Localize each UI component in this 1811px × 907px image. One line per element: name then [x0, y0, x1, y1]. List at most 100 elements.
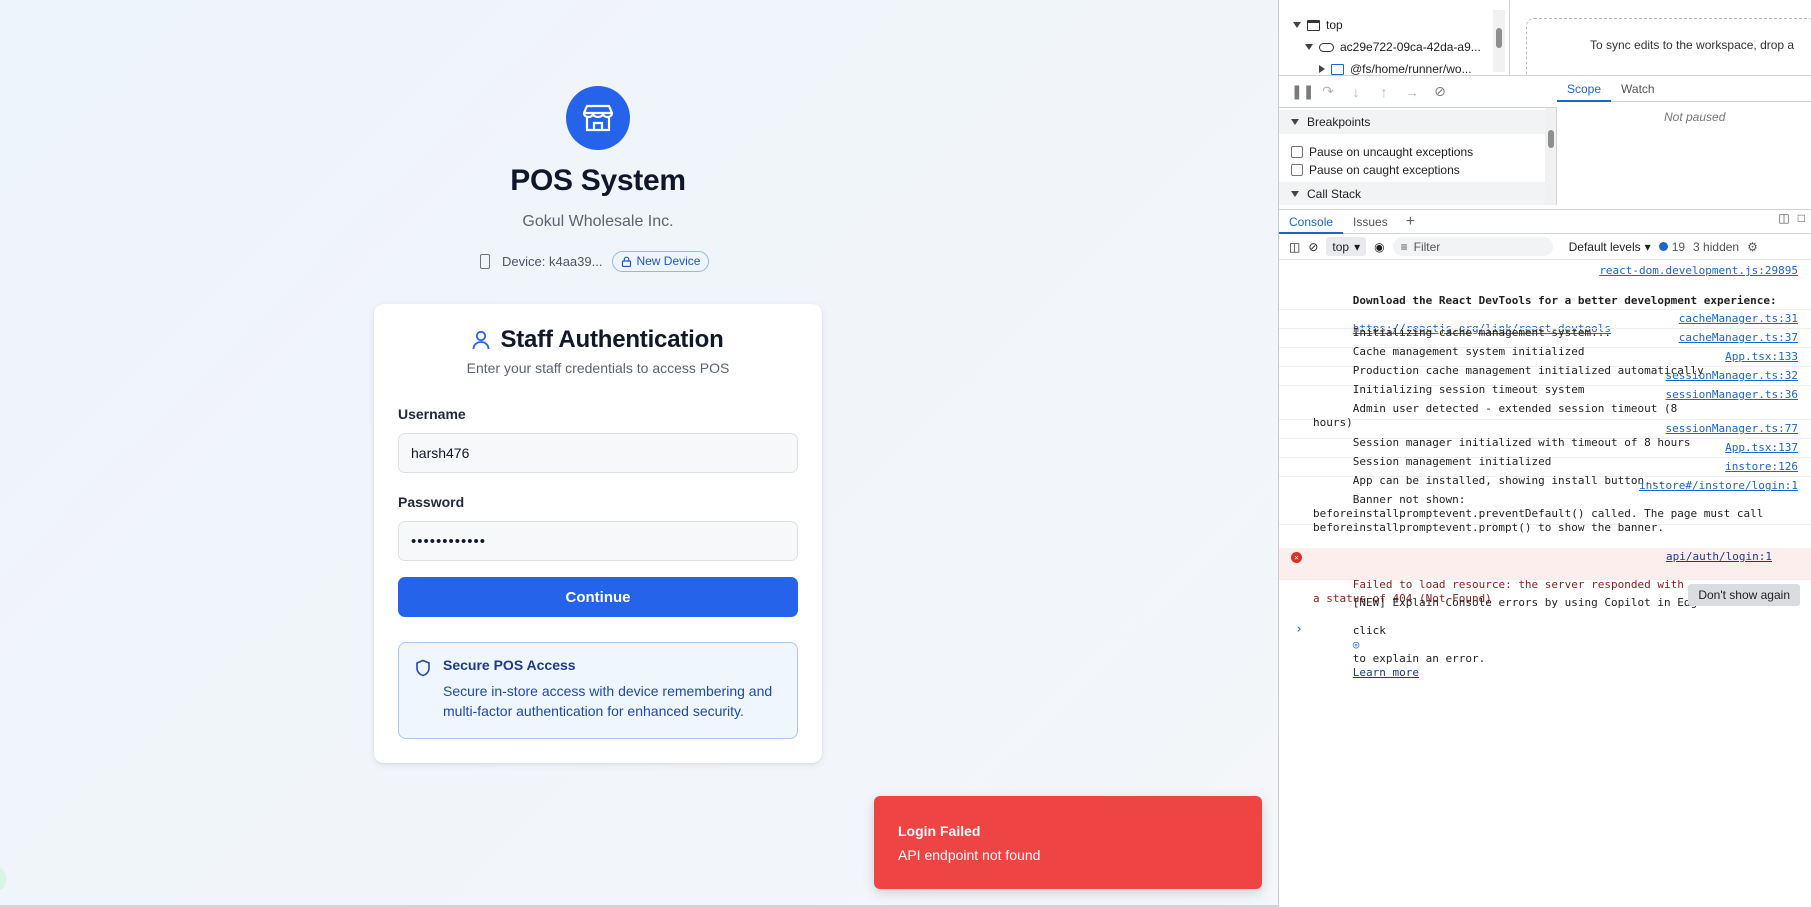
log-source[interactable]: cacheManager.ts:37 [1679, 331, 1798, 345]
explain-entry: [NEW] Explain Console errors by using Co… [1279, 580, 1811, 679]
add-tab-icon[interactable]: + [1398, 213, 1423, 231]
console-prompt[interactable]: › [1295, 622, 1303, 637]
login-card: Staff Authentication Enter your staff cr… [374, 304, 822, 763]
context-label: top [1332, 239, 1350, 254]
password-input[interactable]: •••••••••••• [398, 521, 798, 561]
message-count-value: 19 [1671, 239, 1686, 254]
pause-caught-checkbox[interactable] [1291, 164, 1303, 176]
settings-icon[interactable]: ⚙ [1747, 240, 1758, 254]
store-icon [583, 104, 613, 132]
context-selector[interactable]: top ▾ [1326, 237, 1367, 256]
pause-icon[interactable]: ❚❚ [1291, 83, 1314, 100]
login-failed-toast[interactable]: Login Failed API endpoint not found [874, 796, 1262, 889]
tree-label: @fs/home/runner/wo... [1350, 62, 1472, 76]
file-tree: top ac29e722-09ca-42da-a9... @fs/home/ru… [1279, 0, 1509, 76]
log-source[interactable]: instore#/instore/login:1 [1639, 479, 1798, 493]
error-entry: ✕ Failed to load resource: the server re… [1279, 548, 1811, 605]
scroll-thumb[interactable] [1548, 130, 1554, 148]
new-device-button[interactable]: New Device [612, 250, 710, 272]
learn-more-link[interactable]: Learn more [1353, 666, 1419, 679]
expand-icon [1305, 44, 1313, 50]
folder-icon [1331, 63, 1344, 75]
sync-hint: To sync edits to the workspace, drop a [1590, 38, 1795, 52]
expand-icon [1291, 191, 1299, 197]
tree-item-top[interactable]: top [1293, 14, 1343, 36]
log-entry: Banner not shown: beforeinstallprompteve… [1279, 477, 1811, 534]
log-source[interactable]: sessionManager.ts:36 [1666, 388, 1798, 402]
floating-widget[interactable] [0, 868, 6, 890]
log-levels-select[interactable]: Default levels ▾ [1569, 240, 1651, 254]
tab-scope[interactable]: Scope [1557, 76, 1612, 102]
expand-icon [1291, 119, 1299, 125]
log-entry: Admin user detected - extended session t… [1279, 386, 1811, 429]
log-entry: Cache management system initialized cach… [1279, 329, 1811, 358]
log-entry: Initializing cache management system... … [1279, 310, 1811, 339]
hidden-count: 3 hidden [1693, 239, 1740, 254]
error-icon: ✕ [1291, 552, 1302, 563]
log-source[interactable]: sessionManager.ts:77 [1666, 422, 1798, 436]
expand-icon [1293, 22, 1301, 28]
log-source[interactable]: App.tsx:133 [1725, 350, 1798, 364]
log-source[interactable]: react-dom.development.js:29895 [1599, 264, 1798, 278]
chevron-down-icon: ▾ [1354, 239, 1361, 254]
log-source[interactable]: cacheManager.ts:31 [1679, 312, 1798, 326]
tab-console[interactable]: Console [1279, 210, 1344, 234]
toast-message: API endpoint not found [898, 847, 1041, 863]
dont-show-again-button[interactable]: Don't show again [1688, 584, 1800, 606]
call-stack-header[interactable]: Call Stack [1279, 182, 1545, 205]
log-text: Banner not shown: beforeinstallprompteve… [1313, 493, 1764, 534]
explain-line1: [NEW] Explain Console errors by using Co… [1352, 596, 1711, 609]
pause-caught-row[interactable]: Pause on caught exceptions [1291, 161, 1460, 179]
step-into-icon[interactable]: ↓ [1347, 84, 1365, 100]
log-text: Download the React DevTools for a better… [1352, 294, 1777, 307]
filter-icon: ≡ [1400, 239, 1408, 254]
undock-icon[interactable]: □ [1798, 211, 1805, 225]
toast-title: Login Failed [898, 823, 981, 839]
user-icon [473, 330, 490, 350]
continue-button[interactable]: Continue [398, 577, 798, 617]
breakpoints-scrollbar[interactable] [1545, 108, 1556, 205]
sidebar-toggle-icon[interactable]: ◫ [1289, 240, 1300, 254]
console-toolbar: ◫ ⊘ top ▾ ◉ ≡ Filter Default levels ▾ 19… [1279, 234, 1811, 260]
smartphone-icon [480, 253, 490, 269]
message-icon [1658, 242, 1668, 251]
scroll-thumb[interactable] [1496, 28, 1502, 48]
workspace-pane: To sync edits to the workspace, drop a [1509, 0, 1811, 76]
breakpoints-header[interactable]: Breakpoints [1279, 110, 1545, 134]
breakpoints-label: Breakpoints [1307, 115, 1371, 129]
tree-label: top [1326, 18, 1343, 32]
drawer-tabs: Console Issues + [1279, 209, 1811, 234]
call-stack-label: Call Stack [1307, 187, 1362, 201]
tab-watch[interactable]: Watch [1611, 76, 1665, 102]
log-source[interactable]: instore:126 [1725, 460, 1798, 474]
filter-input[interactable]: ≡ Filter [1392, 237, 1553, 256]
device-id: Device: k4aa39... [502, 253, 603, 269]
devtools-panel: top ac29e722-09ca-42da-a9... @fs/home/ru… [1278, 0, 1811, 907]
error-source[interactable]: api/auth/login:1 [1666, 550, 1772, 564]
pause-uncaught-row[interactable]: Pause on uncaught exceptions [1291, 143, 1473, 161]
dock-icon[interactable]: ◫ [1778, 211, 1789, 225]
tree-scrollbar[interactable] [1493, 10, 1505, 72]
chevron-down-icon: ▾ [1644, 239, 1651, 254]
tree-item-origin[interactable]: ac29e722-09ca-42da-a9... [1305, 36, 1481, 58]
pause-caught-label: Pause on caught exceptions [1309, 163, 1460, 177]
username-label: Username [398, 406, 466, 422]
username-input[interactable]: harsh476 [398, 433, 798, 473]
deactivate-breakpoints-icon[interactable]: ⊘ [1431, 83, 1449, 100]
clear-console-icon[interactable]: ⊘ [1308, 240, 1318, 254]
log-source[interactable]: sessionManager.ts:32 [1666, 369, 1798, 383]
explain-suffix: to explain an error. [1352, 652, 1486, 665]
copilot-icon: ◎ [1352, 638, 1360, 651]
tab-issues[interactable]: Issues [1343, 210, 1398, 234]
step-out-icon[interactable]: ↑ [1375, 84, 1393, 100]
cloud-icon [1319, 42, 1334, 52]
message-count[interactable]: 19 [1658, 239, 1686, 254]
store-logo [566, 86, 630, 150]
step-icon[interactable]: → [1403, 84, 1421, 100]
log-source[interactable]: App.tsx:137 [1725, 441, 1798, 455]
shield-icon [416, 659, 430, 677]
eye-icon[interactable]: ◉ [1374, 240, 1384, 254]
drawer-actions: ◫ □ [1778, 211, 1805, 225]
step-over-icon[interactable]: ↷ [1319, 83, 1337, 100]
pause-uncaught-checkbox[interactable] [1291, 146, 1303, 158]
